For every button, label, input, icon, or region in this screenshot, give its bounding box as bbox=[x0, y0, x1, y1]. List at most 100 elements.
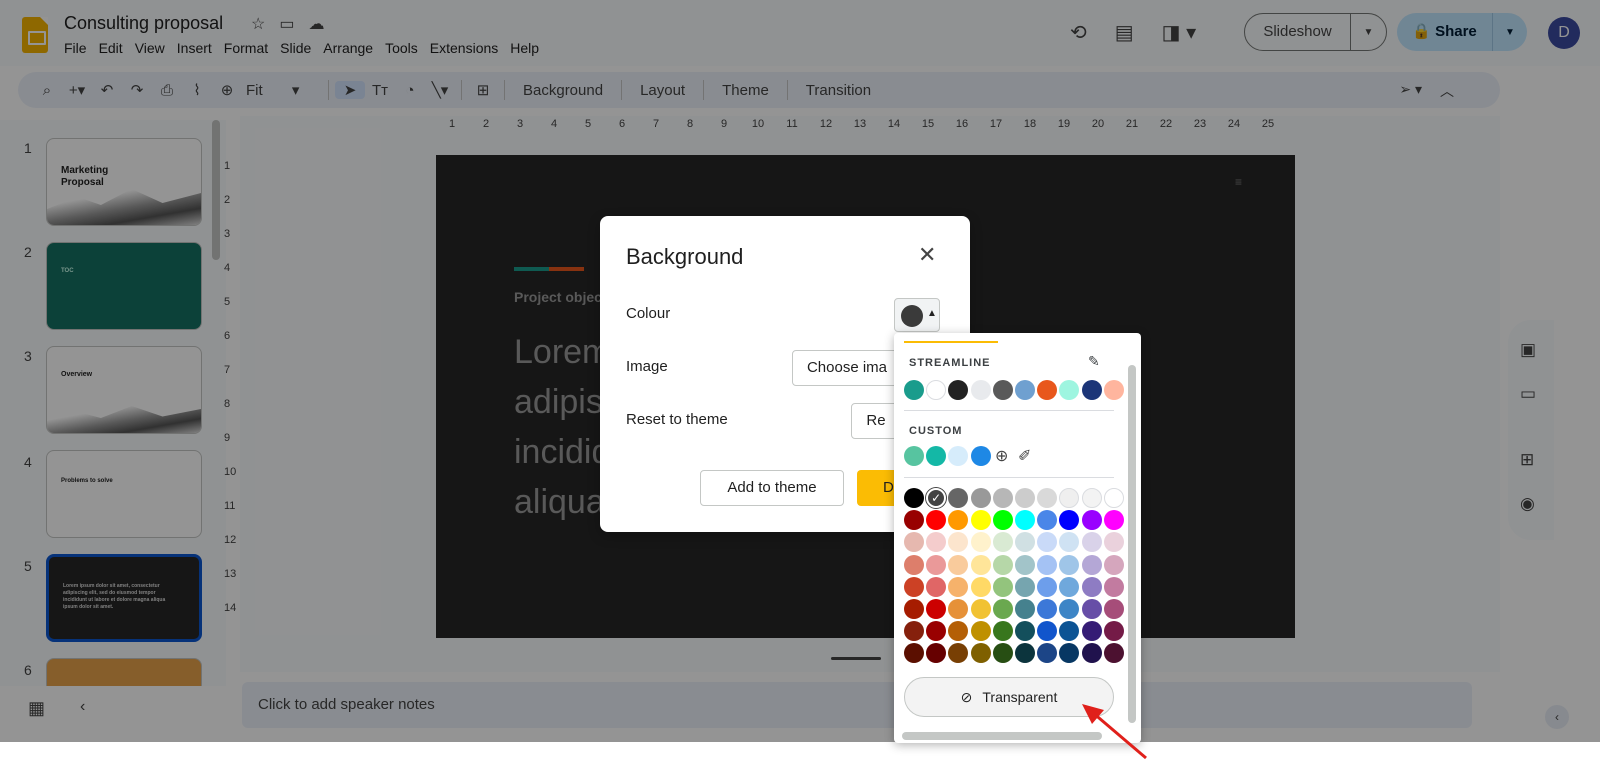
standard-colour-swatch[interactable] bbox=[1015, 599, 1035, 619]
standard-colour-swatch[interactable] bbox=[1037, 599, 1058, 619]
standard-colour-swatch[interactable] bbox=[1103, 576, 1124, 597]
standard-colour-swatch[interactable] bbox=[904, 643, 924, 664]
standard-colour-swatch[interactable] bbox=[1103, 621, 1124, 642]
standard-colour-swatch[interactable] bbox=[948, 532, 969, 553]
standard-colour-swatch[interactable] bbox=[970, 599, 991, 619]
standard-colour-swatch[interactable] bbox=[904, 621, 924, 642]
streamline-colour-swatch[interactable] bbox=[1059, 380, 1080, 400]
standard-colour-swatch[interactable] bbox=[926, 510, 947, 531]
custom-colour-swatch[interactable] bbox=[904, 446, 924, 466]
streamline-colour-swatch[interactable] bbox=[1037, 380, 1058, 400]
standard-colour-swatch[interactable] bbox=[1015, 510, 1035, 531]
standard-colour-swatch[interactable] bbox=[926, 643, 947, 664]
standard-colour-swatch[interactable] bbox=[992, 532, 1013, 553]
standard-colour-swatch[interactable] bbox=[1037, 554, 1058, 575]
standard-colour-swatch[interactable] bbox=[1015, 554, 1035, 575]
standard-colour-swatch[interactable] bbox=[1103, 643, 1124, 664]
standard-colour-swatch[interactable] bbox=[1037, 621, 1058, 642]
add-custom-colour-icon[interactable]: ⊕ bbox=[995, 446, 1008, 466]
standard-colour-swatch[interactable] bbox=[948, 599, 969, 619]
standard-colour-swatch[interactable] bbox=[970, 488, 991, 508]
standard-colour-swatch[interactable] bbox=[948, 510, 969, 531]
standard-colour-swatch[interactable] bbox=[970, 576, 991, 597]
standard-colour-swatch[interactable] bbox=[1059, 488, 1080, 508]
standard-colour-swatch[interactable] bbox=[1059, 510, 1080, 531]
streamline-colour-swatch[interactable] bbox=[1081, 380, 1102, 400]
standard-colour-swatch[interactable] bbox=[1081, 488, 1102, 508]
standard-colour-swatch[interactable] bbox=[1081, 576, 1102, 597]
custom-colour-swatch[interactable] bbox=[970, 446, 991, 466]
standard-colour-swatch[interactable] bbox=[1103, 599, 1124, 619]
standard-colour-swatch[interactable] bbox=[992, 488, 1013, 508]
standard-colour-swatch[interactable] bbox=[1081, 532, 1102, 553]
standard-colour-swatch[interactable] bbox=[992, 643, 1013, 664]
standard-colour-swatch[interactable] bbox=[1059, 643, 1080, 664]
standard-colour-swatch[interactable] bbox=[948, 488, 969, 508]
standard-colour-swatch[interactable] bbox=[1059, 532, 1080, 553]
standard-colour-swatch[interactable] bbox=[1037, 643, 1058, 664]
standard-colour-swatch[interactable] bbox=[1037, 488, 1058, 508]
standard-colour-swatch[interactable] bbox=[1015, 621, 1035, 642]
picker-vertical-scrollbar[interactable] bbox=[1128, 365, 1136, 723]
standard-colour-swatch[interactable] bbox=[926, 576, 947, 597]
standard-colour-swatch[interactable] bbox=[992, 510, 1013, 531]
standard-colour-swatch[interactable] bbox=[992, 576, 1013, 597]
streamline-colour-swatch[interactable] bbox=[992, 380, 1013, 400]
standard-colour-swatch[interactable] bbox=[948, 554, 969, 575]
standard-colour-swatch[interactable] bbox=[948, 621, 969, 642]
streamline-colour-swatch[interactable] bbox=[926, 380, 947, 400]
standard-colour-swatch[interactable] bbox=[1081, 621, 1102, 642]
standard-colour-swatch[interactable] bbox=[926, 554, 947, 575]
streamline-colour-swatch[interactable] bbox=[948, 380, 969, 400]
standard-colour-swatch[interactable] bbox=[1037, 576, 1058, 597]
standard-colour-swatch[interactable] bbox=[926, 621, 947, 642]
streamline-colour-swatch[interactable] bbox=[904, 380, 924, 400]
standard-colour-swatch[interactable] bbox=[1015, 643, 1035, 664]
custom-colour-swatch[interactable] bbox=[948, 446, 969, 466]
standard-colour-swatch[interactable] bbox=[1059, 599, 1080, 619]
standard-colour-swatch[interactable] bbox=[992, 599, 1013, 619]
standard-colour-swatch[interactable] bbox=[1081, 554, 1102, 575]
close-icon[interactable]: ✕ bbox=[918, 242, 936, 268]
standard-colour-swatch[interactable] bbox=[992, 554, 1013, 575]
standard-colour-swatch[interactable] bbox=[970, 554, 991, 575]
standard-colour-swatch[interactable] bbox=[904, 599, 924, 619]
standard-colour-swatch[interactable] bbox=[1059, 621, 1080, 642]
streamline-colour-swatch[interactable] bbox=[1015, 380, 1035, 400]
choose-image-button[interactable]: Choose ima bbox=[792, 350, 902, 386]
standard-colour-swatch[interactable] bbox=[970, 510, 991, 531]
eyedropper-icon[interactable]: ✐ bbox=[1018, 446, 1031, 466]
standard-colour-swatch[interactable]: ✓ bbox=[926, 488, 947, 508]
standard-colour-swatch[interactable] bbox=[904, 554, 924, 575]
standard-colour-swatch[interactable] bbox=[1081, 510, 1102, 531]
standard-colour-swatch[interactable] bbox=[1059, 554, 1080, 575]
edit-theme-colours-icon[interactable]: ✎ bbox=[1088, 353, 1100, 370]
standard-colour-swatch[interactable] bbox=[1059, 576, 1080, 597]
standard-colour-swatch[interactable] bbox=[1103, 488, 1124, 508]
standard-colour-swatch[interactable] bbox=[970, 621, 991, 642]
standard-colour-swatch[interactable] bbox=[948, 643, 969, 664]
standard-colour-swatch[interactable] bbox=[1015, 532, 1035, 553]
standard-colour-swatch[interactable] bbox=[904, 488, 924, 508]
custom-colour-swatch[interactable] bbox=[926, 446, 947, 466]
standard-colour-swatch[interactable] bbox=[992, 621, 1013, 642]
standard-colour-swatch[interactable] bbox=[1015, 488, 1035, 508]
colour-dropdown-button[interactable]: ▲ bbox=[894, 298, 940, 332]
standard-colour-swatch[interactable] bbox=[948, 576, 969, 597]
standard-colour-swatch[interactable] bbox=[1103, 532, 1124, 553]
standard-colour-swatch[interactable] bbox=[970, 643, 991, 664]
standard-colour-swatch[interactable] bbox=[970, 532, 991, 553]
standard-colour-swatch[interactable] bbox=[904, 532, 924, 553]
streamline-colour-swatch[interactable] bbox=[970, 380, 991, 400]
standard-colour-swatch[interactable] bbox=[1081, 599, 1102, 619]
streamline-colour-swatch[interactable] bbox=[1103, 380, 1124, 400]
standard-colour-swatch[interactable] bbox=[926, 599, 947, 619]
standard-colour-swatch[interactable] bbox=[1103, 510, 1124, 531]
standard-colour-swatch[interactable] bbox=[904, 510, 924, 531]
standard-colour-swatch[interactable] bbox=[926, 532, 947, 553]
standard-colour-swatch[interactable] bbox=[904, 576, 924, 597]
standard-colour-swatch[interactable] bbox=[1037, 532, 1058, 553]
standard-colour-swatch[interactable] bbox=[1103, 554, 1124, 575]
add-to-theme-button[interactable]: Add to theme bbox=[700, 470, 844, 506]
standard-colour-swatch[interactable] bbox=[1037, 510, 1058, 531]
